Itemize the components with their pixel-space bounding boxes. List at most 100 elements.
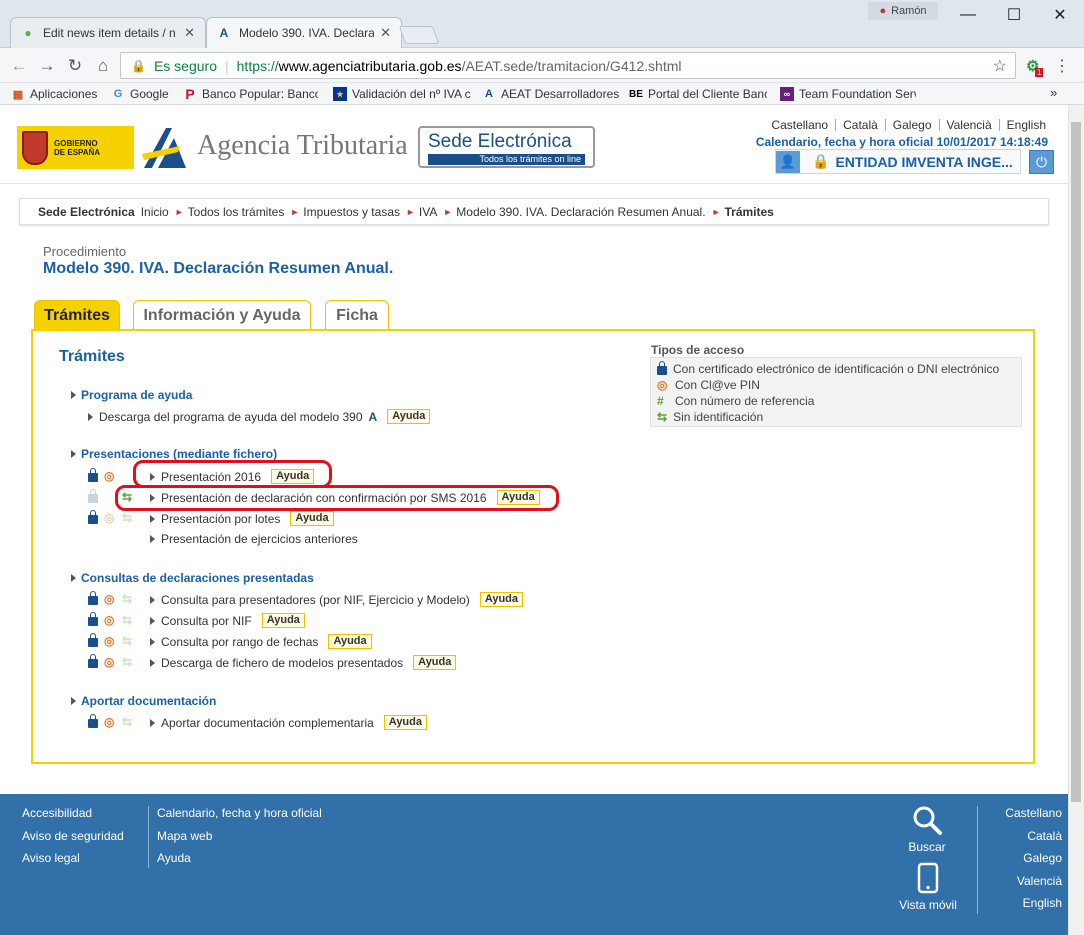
banco-popular-icon: P <box>185 86 195 102</box>
footer-lang-catala[interactable]: Català <box>1005 825 1062 848</box>
tab-ficha[interactable]: Ficha <box>325 300 389 330</box>
lang-castellano[interactable]: Castellano <box>764 119 837 131</box>
entity-session[interactable]: 👤 🔒 ENTIDAD IMVENTA INGE... <box>775 149 1021 174</box>
tab-informacion-ayuda[interactable]: Información y Ayuda <box>133 300 311 330</box>
aeat-logo-icon[interactable] <box>140 124 190 172</box>
footer-links-2: Calendario, fecha y hora oficial Mapa we… <box>157 802 322 870</box>
lang-valencia[interactable]: Valencià <box>940 119 1000 131</box>
tramite-descarga-programa[interactable]: Descarga del programa de ayuda del model… <box>88 409 431 424</box>
tab-tramites[interactable]: Trámites <box>34 300 120 330</box>
tramite-descarga-fichero[interactable]: Descarga de fichero de modelos presentad… <box>150 655 457 670</box>
gobierno-logo[interactable]: GOBIERNO DE ESPAÑA <box>17 126 134 169</box>
lang-galego[interactable]: Galego <box>886 119 940 131</box>
lock-icon <box>88 633 98 647</box>
browser-tab-edit-news[interactable]: ● Edit news item details / n ✕ <box>10 17 206 48</box>
back-arrow-icon[interactable]: ← <box>8 55 30 77</box>
expand-arrow-icon <box>150 595 155 604</box>
tramite-consulta-nif[interactable]: Consulta por NIF Ayuda <box>150 613 305 628</box>
home-icon[interactable]: ⌂ <box>92 55 114 77</box>
bookmark-google[interactable]: G Google <box>111 86 169 102</box>
bookmark-team-foundation[interactable]: ∞ Team Foundation Serv <box>780 86 916 102</box>
section-presentaciones[interactable]: Presentaciones (mediante fichero) <box>71 447 277 461</box>
bookmark-banco-popular[interactable]: P Banco Popular: Banco <box>183 86 318 102</box>
ayuda-button[interactable]: Ayuda <box>479 592 524 607</box>
expand-arrow-icon <box>150 514 155 523</box>
ayuda-button[interactable]: Ayuda <box>290 511 334 526</box>
browser-tab-modelo390[interactable]: A Modelo 390. IVA. Declara ✕ <box>206 17 402 48</box>
maximize-button[interactable]: ☐ <box>994 3 1034 27</box>
breadcrumb: Sede Electrónica Inicio ► Todos los trám… <box>19 198 1049 225</box>
footer-lang-castellano[interactable]: Castellano <box>1005 802 1062 825</box>
google-icon: G <box>113 88 123 100</box>
sede-electronica-logo[interactable]: Sede Electrónica Todos los trámites on l… <box>418 126 595 168</box>
breadcrumb-root: Sede Electrónica <box>38 204 135 219</box>
address-bar[interactable]: 🔒 Es seguro | https://www.agenciatributa… <box>120 52 1016 79</box>
forward-arrow-icon[interactable]: → <box>36 55 58 77</box>
footer-aviso-seguridad[interactable]: Aviso de seguridad <box>22 825 124 848</box>
bookmark-portal-cliente[interactable]: BE Portal del Cliente Banc <box>629 86 767 102</box>
profile-button[interactable]: ● Ramón <box>868 2 938 20</box>
tramite-ejercicios-anteriores[interactable]: Presentación de ejercicios anteriores <box>150 532 358 546</box>
footer-calendario[interactable]: Calendario, fecha y hora oficial <box>157 802 322 825</box>
tramite-consulta-fechas[interactable]: Consulta por rango de fechas Ayuda <box>150 634 372 649</box>
clave-icon: ◎ <box>104 592 115 606</box>
footer-lang-english[interactable]: English <box>1005 892 1062 915</box>
more-bookmarks-button[interactable]: » <box>1050 85 1057 100</box>
minimize-button[interactable]: — <box>948 3 988 27</box>
breadcrumb-modelo390[interactable]: Modelo 390. IVA. Declaración Resumen Anu… <box>456 205 705 219</box>
breadcrumb-inicio[interactable]: Inicio <box>141 205 169 219</box>
footer-links-1: Accesibilidad Aviso de seguridad Aviso l… <box>22 802 124 870</box>
bookmark-aeat-desarrolladores[interactable]: A AEAT Desarrolladores <box>482 86 619 102</box>
section-programa-ayuda[interactable]: Programa de ayuda <box>71 388 192 402</box>
lock-icon <box>88 468 98 482</box>
footer-mapa-web[interactable]: Mapa web <box>157 825 322 848</box>
breadcrumb-impuestos[interactable]: Impuestos y tasas <box>303 205 400 219</box>
section-title: Aportar documentación <box>81 694 217 708</box>
tramite-label: Descarga del programa de ayuda del model… <box>99 409 363 424</box>
section-aportar-documentacion[interactable]: Aportar documentación <box>71 694 216 708</box>
language-selector: Castellano Català Galego Valencià Englis… <box>764 119 1046 131</box>
apps-grid-icon: ▦ <box>12 88 24 101</box>
ayuda-button[interactable]: Ayuda <box>383 715 427 730</box>
lang-english[interactable]: English <box>1000 119 1046 131</box>
tab-close-icon[interactable]: ✕ <box>380 25 391 41</box>
tramite-consulta-presentadores[interactable]: Consulta para presentadores (por NIF, Ej… <box>150 592 524 607</box>
footer-search-button[interactable]: Buscar <box>898 804 956 854</box>
bookmark-label: Google <box>130 87 169 101</box>
ayuda-button[interactable]: Ayuda <box>261 613 305 628</box>
logout-power-icon[interactable]: ⏻ <box>1029 150 1054 174</box>
expand-arrow-icon <box>150 637 155 646</box>
footer-lang-valencia[interactable]: Valencià <box>1005 870 1062 893</box>
access-icons: ◎ <box>88 468 116 482</box>
new-tab-button[interactable] <box>398 26 440 44</box>
section-title: Consultas de declaraciones presentadas <box>81 571 314 585</box>
url-text[interactable]: https://www.agenciatributaria.gob.es/AEA… <box>237 58 682 74</box>
ayuda-button[interactable]: Ayuda <box>328 634 372 649</box>
tramite-presentacion-lotes[interactable]: Presentación por lotes Ayuda <box>150 511 334 526</box>
footer-accesibilidad[interactable]: Accesibilidad <box>22 802 124 825</box>
close-window-button[interactable]: ✕ <box>1040 3 1080 27</box>
agency-name[interactable]: Agencia Tributaria <box>197 130 408 162</box>
footer-aviso-legal[interactable]: Aviso legal <box>22 847 124 870</box>
lang-catala[interactable]: Català <box>836 119 886 131</box>
official-calendar-link[interactable]: Calendario, fecha y hora oficial 10/01/2… <box>756 135 1048 149</box>
ayuda-button[interactable]: Ayuda <box>387 409 431 424</box>
ayuda-button[interactable]: Ayuda <box>413 655 457 670</box>
footer-lang-galego[interactable]: Galego <box>1005 847 1062 870</box>
footer-mobile-view-button[interactable]: Vista móvil <box>892 862 964 912</box>
chrome-menu-icon[interactable]: ⋮ <box>1054 56 1070 76</box>
tab-close-icon[interactable]: ✕ <box>184 25 195 41</box>
bookmark-validacion-iva[interactable]: ★ Validación del nº IVA c <box>333 86 471 102</box>
entity-name: ENTIDAD IMVENTA INGE... <box>835 153 1013 170</box>
footer-ayuda[interactable]: Ayuda <box>157 847 322 870</box>
breadcrumb-todos-tramites[interactable]: Todos los trámites <box>188 205 285 219</box>
bookmark-star-icon[interactable]: ☆ <box>993 56 1007 76</box>
breadcrumb-iva[interactable]: IVA <box>419 205 437 219</box>
access-type-label: Con certificado electrónico de identific… <box>673 362 1000 376</box>
section-consultas[interactable]: Consultas de declaraciones presentadas <box>71 571 314 585</box>
reload-icon[interactable]: ↻ <box>64 55 86 77</box>
extension-button[interactable]: ⚙ 1 <box>1024 57 1044 77</box>
bookmark-aplicaciones[interactable]: ▦ Aplicaciones <box>11 86 98 102</box>
scrollbar-thumb[interactable] <box>1071 122 1081 802</box>
tramite-aportar-documentacion[interactable]: Aportar documentación complementaria Ayu… <box>150 715 427 730</box>
